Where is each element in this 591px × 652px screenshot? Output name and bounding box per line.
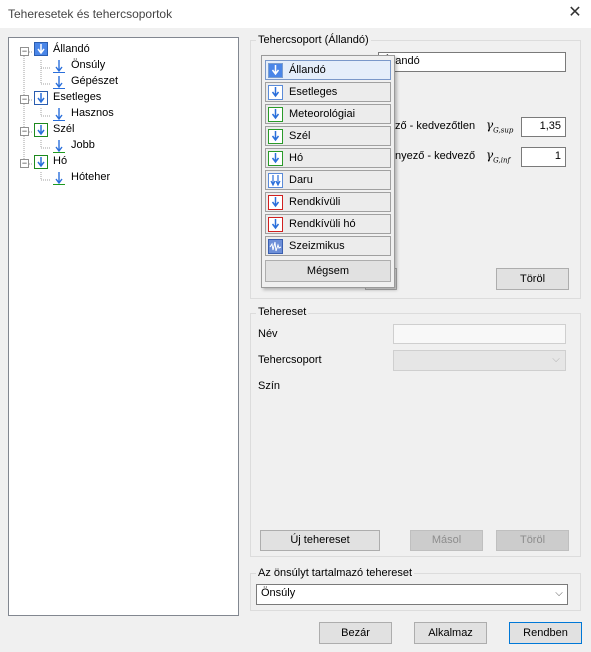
self-weight-value: Önsúly xyxy=(261,587,296,599)
title-bar: Teheresetek és tehercsoportok ✕ xyxy=(0,0,591,28)
popup-item-meteorologiai[interactable]: Meteorológiai xyxy=(265,104,391,124)
popup-item-label: Rendkívüli xyxy=(289,196,341,208)
popup-item-rendkivuli-ho[interactable]: Rendkívüli hó xyxy=(265,214,391,234)
delete-load-case-button[interactable]: Töröl xyxy=(496,530,569,551)
load-case-blue-icon xyxy=(52,59,66,73)
popup-item-daru[interactable]: Daru xyxy=(265,170,391,190)
popup-item-label: Rendkívüli hó xyxy=(289,218,356,230)
popup-item-label: Esetleges xyxy=(289,86,338,98)
arrow-down-blue-icon xyxy=(268,85,283,100)
load-group-title: Tehercsoport (Állandó) xyxy=(256,34,371,46)
tree-case-label[interactable]: Jobb xyxy=(71,139,95,151)
popup-item-label: Szél xyxy=(289,130,311,142)
popup-item-label: Meteorológiai xyxy=(289,108,356,120)
arrow-down-green-icon xyxy=(268,107,283,122)
close-button[interactable]: Bezár xyxy=(319,622,392,644)
seismic-icon xyxy=(268,239,283,254)
chevron-down-icon: ⌵ xyxy=(552,354,560,365)
popup-cancel-button[interactable]: Mégsem xyxy=(265,260,391,282)
popup-cancel-label: Mégsem xyxy=(306,265,350,277)
popup-item-esetleges[interactable]: Esetleges xyxy=(265,82,391,102)
window-title: Teheresetek és tehercsoportok xyxy=(8,7,173,21)
load-case-green-icon xyxy=(52,139,66,153)
new-load-case-button[interactable]: Új tehereset xyxy=(260,530,380,551)
tree-group-label[interactable]: Hó xyxy=(53,155,67,167)
load-case-blue-icon xyxy=(52,75,66,89)
collapse-toggle-icon[interactable]: − xyxy=(20,95,29,104)
arrow-down-green-icon xyxy=(268,151,283,166)
tree-group-label[interactable]: Állandó xyxy=(53,43,90,55)
popup-item-label: Állandó xyxy=(289,64,326,76)
ok-button[interactable]: Rendben xyxy=(509,622,582,644)
tree-case-label[interactable]: Önsúly xyxy=(71,59,105,71)
arrow-down-green-icon xyxy=(268,129,283,144)
tree-case-label[interactable]: Hóteher xyxy=(71,171,110,183)
favourable-factor-input[interactable]: 1 xyxy=(521,147,566,167)
popup-item-rendkivuli[interactable]: Rendkívüli xyxy=(265,192,391,212)
collapse-toggle-icon[interactable]: − xyxy=(20,47,29,56)
copy-load-case-button[interactable]: Másol xyxy=(410,530,483,551)
popup-item-szel[interactable]: Szél xyxy=(265,126,391,146)
load-case-blue-icon xyxy=(52,107,66,121)
popup-item-ho[interactable]: Hó xyxy=(265,148,391,168)
load-group-green-icon xyxy=(34,155,48,169)
tree-lines xyxy=(23,51,51,181)
group-name-input[interactable]: Állandó xyxy=(378,52,566,72)
unfavourable-factor-value: 1,35 xyxy=(539,120,561,132)
collapse-toggle-icon[interactable]: − xyxy=(20,159,29,168)
popup-item-label: Daru xyxy=(289,174,313,186)
case-color-label: Szín xyxy=(258,380,281,392)
gamma-sup-symbol: γG,sup xyxy=(486,118,514,135)
favourable-factor-value: 1 xyxy=(554,150,561,162)
arrow-down-red-icon xyxy=(268,217,283,232)
close-icon[interactable]: ✕ xyxy=(565,3,585,23)
apply-button[interactable]: Alkalmaz xyxy=(414,622,487,644)
load-case-title: Tehereset xyxy=(256,306,309,318)
case-name-label: Név xyxy=(258,328,278,340)
gamma-inf-symbol: γG,inf xyxy=(486,148,511,165)
chevron-down-icon: ⌵ xyxy=(555,588,563,599)
self-weight-select[interactable]: Önsúly xyxy=(256,584,568,605)
favourable-factor-label: nyező - kedvező xyxy=(395,150,476,162)
load-case-green-icon xyxy=(52,171,66,185)
tree-group-label[interactable]: Esetleges xyxy=(53,91,101,103)
case-name-input[interactable] xyxy=(393,324,566,344)
delete-group-button[interactable]: Töröl xyxy=(496,268,569,290)
load-group-blue-icon xyxy=(34,91,48,105)
tree-group-label[interactable]: Szél xyxy=(53,123,74,135)
tree-case-label[interactable]: Gépészet xyxy=(71,75,118,87)
case-group-label: Tehercsoport xyxy=(258,354,322,366)
load-group-blue-icon xyxy=(34,42,48,56)
popup-item-szeizmikus[interactable]: Szeizmikus xyxy=(265,236,391,256)
self-weight-title: Az önsúlyt tartalmazó tehereset xyxy=(256,567,415,579)
popup-item-label: Hó xyxy=(289,152,304,164)
unfavourable-factor-label: ző - kedvezőtlen xyxy=(395,120,476,132)
collapse-toggle-icon[interactable]: − xyxy=(20,127,29,136)
popup-item-label: Szeizmikus xyxy=(289,240,345,252)
popup-item-allando[interactable]: Állandó xyxy=(265,60,391,80)
case-group-select[interactable] xyxy=(393,350,566,371)
arrow-down-red-icon xyxy=(268,195,283,210)
arrow-down-blue-icon xyxy=(268,63,283,78)
tree-case-label[interactable]: Hasznos xyxy=(71,107,114,119)
load-group-tree[interactable]: − Állandó Önsúly Gépészet − Esetleges Ha… xyxy=(8,37,239,616)
group-type-popup: Állandó Esetleges Meteorológiai Szél Hó … xyxy=(261,55,395,288)
load-group-green-icon xyxy=(34,123,48,137)
double-arrow-down-icon xyxy=(268,173,283,188)
unfavourable-factor-input[interactable]: 1,35 xyxy=(521,117,566,137)
